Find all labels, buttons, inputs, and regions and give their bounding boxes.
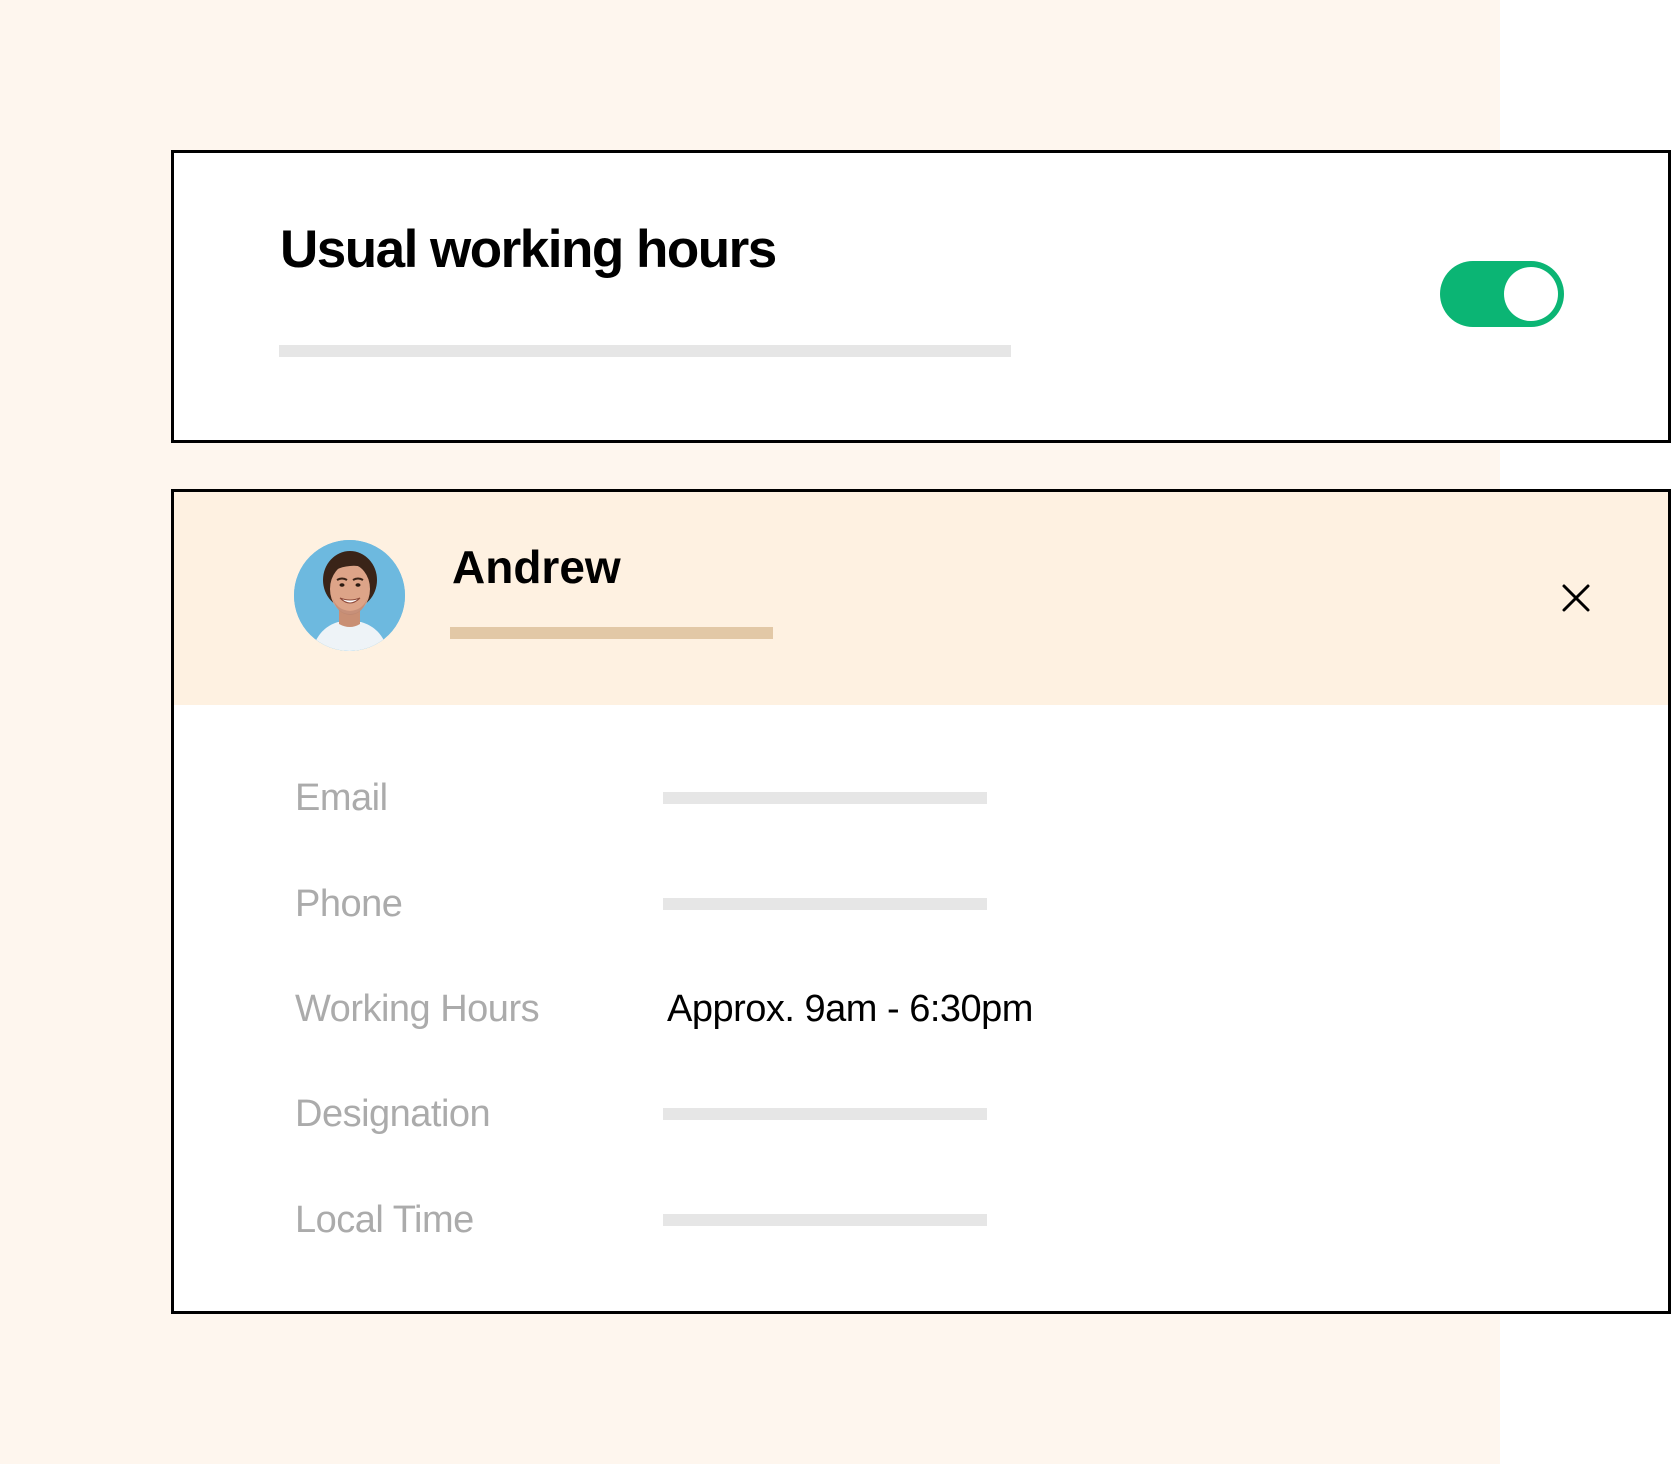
avatar (294, 540, 405, 651)
field-value-working-hours: Approx. 9am - 6:30pm (667, 988, 1033, 1030)
field-value-email-placeholder (663, 792, 987, 804)
field-value-designation-placeholder (663, 1108, 987, 1120)
contact-name: Andrew (452, 541, 621, 593)
field-row-designation: Designation (295, 1095, 1495, 1155)
field-row-phone: Phone (295, 885, 1495, 945)
field-row-local-time: Local Time (295, 1201, 1495, 1261)
field-label-email: Email (295, 777, 388, 819)
close-icon (1562, 584, 1590, 612)
working-hours-card: Usual working hours (171, 150, 1671, 443)
field-row-working-hours: Working Hours Approx. 9am - 6:30pm (295, 990, 1495, 1050)
close-button[interactable] (1558, 580, 1594, 616)
field-value-phone-placeholder (663, 898, 987, 910)
field-label-designation: Designation (295, 1093, 491, 1135)
profile-card: Andrew Email Phone Working Hours Approx.… (171, 489, 1671, 1314)
field-label-working-hours: Working Hours (295, 988, 540, 1030)
description-placeholder (279, 345, 1011, 357)
person-photo-icon (294, 540, 405, 651)
working-hours-title: Usual working hours (280, 220, 777, 279)
field-label-phone: Phone (295, 883, 403, 925)
field-row-email: Email (295, 779, 1495, 839)
field-label-local-time: Local Time (295, 1199, 474, 1241)
working-hours-toggle[interactable] (1440, 261, 1564, 327)
name-subtitle-placeholder (450, 627, 773, 639)
profile-header: Andrew (174, 492, 1668, 705)
field-value-local-time-placeholder (663, 1214, 987, 1226)
toggle-knob (1504, 267, 1558, 321)
